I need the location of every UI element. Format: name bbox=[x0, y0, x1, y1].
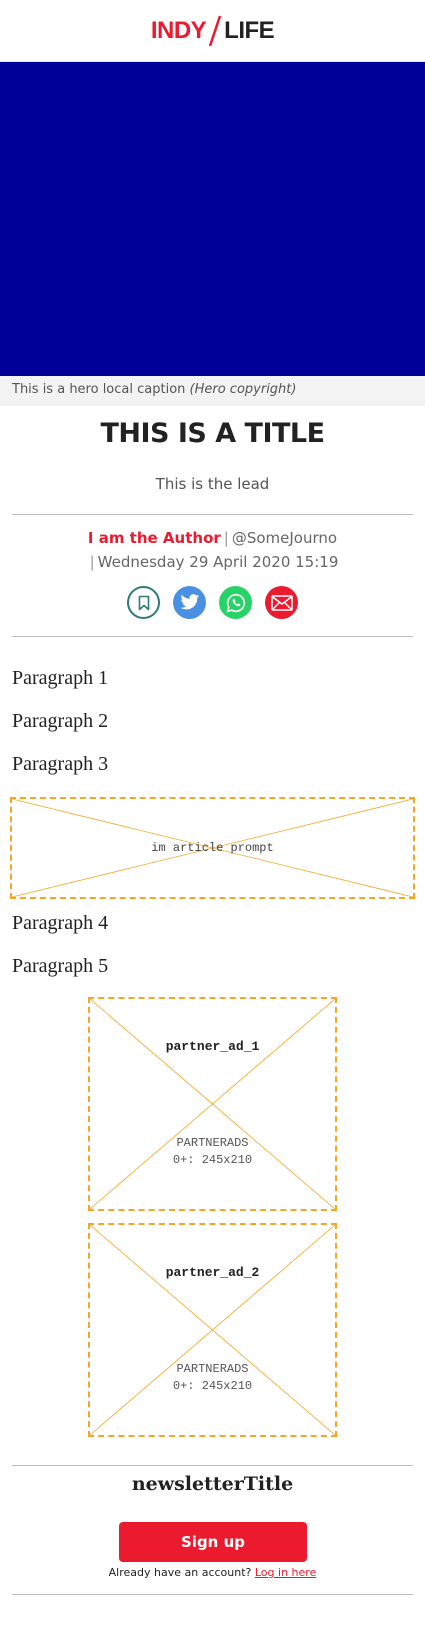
logo-left-text: INDY bbox=[150, 16, 207, 44]
paragraph: Paragraph 1 bbox=[12, 667, 109, 689]
account-prompt-text: Already have an account? bbox=[108, 1566, 252, 1579]
share-bar bbox=[0, 586, 425, 619]
placeholder-label: im article prompt bbox=[151, 841, 274, 855]
twitter-icon bbox=[180, 594, 199, 610]
email-share-button[interactable] bbox=[265, 586, 298, 619]
partner-ad-1[interactable]: partner_ad_1 PARTNERADS 0+: 245x210 bbox=[88, 997, 337, 1211]
login-prompt: Already have an account? Log in here bbox=[0, 1566, 425, 1579]
bookmark-icon bbox=[138, 595, 149, 610]
twitter-handle: @SomeJourno bbox=[231, 529, 338, 547]
ad-slot-info: PARTNERADS 0+: 245x210 bbox=[90, 1361, 335, 1395]
bookmark-button[interactable] bbox=[127, 586, 160, 619]
author-link[interactable]: I am the Author bbox=[88, 529, 221, 547]
logo-slash-icon bbox=[208, 15, 222, 46]
ad-slot-name: partner_ad_2 bbox=[165, 1265, 260, 1280]
hero-copyright: (Hero copyright) bbox=[189, 382, 297, 397]
site-logo[interactable]: INDY LIFE bbox=[150, 15, 275, 47]
placeholder-cross bbox=[90, 999, 335, 1209]
paragraph: Paragraph 3 bbox=[12, 753, 109, 775]
divider bbox=[12, 1594, 413, 1595]
paragraph: Paragraph 5 bbox=[12, 955, 109, 977]
article-title: THIS IS A TITLE bbox=[100, 418, 325, 449]
hero-image bbox=[0, 62, 425, 376]
article-lead: This is the lead bbox=[155, 475, 270, 493]
divider bbox=[12, 636, 413, 637]
paragraph: Paragraph 4 bbox=[12, 912, 109, 934]
hero-caption: This is a hero local caption (Hero copyr… bbox=[0, 376, 425, 406]
ad-provider: PARTNERADS bbox=[176, 1362, 249, 1376]
divider bbox=[12, 514, 413, 515]
whatsapp-share-button[interactable] bbox=[219, 586, 252, 619]
partner-ad-2[interactable]: partner_ad_2 PARTNERADS 0+: 245x210 bbox=[88, 1223, 337, 1437]
signup-button[interactable]: Sign up bbox=[119, 1522, 307, 1562]
ad-size: 0+: 245x210 bbox=[172, 1379, 253, 1393]
byline-separator: | bbox=[223, 529, 229, 547]
twitter-share-button[interactable] bbox=[173, 586, 206, 619]
byline: I am the Author | @SomeJourno | Wednesday 2… bbox=[0, 526, 425, 574]
newsletter-title: newsletterTitle bbox=[131, 1473, 294, 1495]
site-header: INDY LIFE bbox=[0, 0, 425, 62]
divider bbox=[12, 1465, 413, 1466]
placeholder-cross bbox=[90, 1225, 335, 1435]
byline-separator: | bbox=[89, 553, 95, 571]
ad-slot-name: partner_ad_1 bbox=[165, 1039, 260, 1054]
ad-size: 0+: 245x210 bbox=[172, 1153, 253, 1167]
login-link[interactable]: Log in here bbox=[255, 1566, 316, 1579]
hero-caption-text: This is a hero local caption bbox=[12, 382, 186, 397]
article-prompt-placeholder: im article prompt bbox=[10, 797, 415, 899]
email-icon bbox=[270, 594, 293, 611]
logo-right-text: LIFE bbox=[224, 16, 275, 44]
ad-slot-info: PARTNERADS 0+: 245x210 bbox=[90, 1135, 335, 1169]
publish-date: Wednesday 29 April 2020 15:19 bbox=[97, 553, 339, 571]
whatsapp-icon bbox=[225, 593, 245, 613]
paragraph: Paragraph 2 bbox=[12, 710, 109, 732]
ad-provider: PARTNERADS bbox=[176, 1136, 249, 1150]
